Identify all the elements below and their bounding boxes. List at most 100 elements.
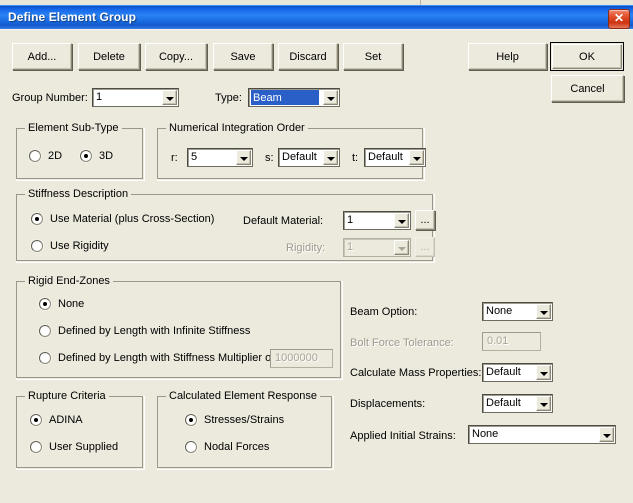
radio-use-material-label: Use Material (plus Cross-Section) bbox=[50, 213, 215, 225]
chevron-down-icon[interactable] bbox=[536, 304, 551, 319]
radio-stresses-strains-label: Stresses/Strains bbox=[204, 414, 285, 426]
applied-initial-strains-value: None bbox=[472, 428, 499, 440]
integration-s-value: Default bbox=[282, 151, 317, 163]
bolt-force-tolerance-value: 0.01 bbox=[487, 335, 509, 347]
help-button-label: Help bbox=[496, 50, 519, 63]
add-button[interactable]: Add... bbox=[12, 43, 72, 70]
copy-button[interactable]: Copy... bbox=[145, 43, 207, 70]
numerical-integration-order-group: Numerical Integration Order r: 5 s: Defa… bbox=[157, 122, 426, 181]
radio-sub-type-3d[interactable]: 3D bbox=[80, 150, 113, 162]
integration-r-value: 5 bbox=[191, 151, 198, 163]
radio-icon-selected bbox=[31, 213, 43, 225]
calculate-mass-properties-value: Default bbox=[486, 366, 521, 378]
calculate-mass-properties-combobox[interactable]: Default bbox=[482, 363, 553, 382]
type-combobox[interactable]: Beam bbox=[248, 88, 340, 107]
radio-icon-selected bbox=[80, 150, 92, 162]
radio-end-zone-none[interactable]: None bbox=[39, 298, 84, 310]
rigidity-browse-button: ... bbox=[415, 237, 435, 257]
radio-rupture-adina[interactable]: ADINA bbox=[30, 414, 83, 426]
type-label: Type: bbox=[215, 92, 242, 104]
radio-use-rigidity[interactable]: Use Rigidity bbox=[31, 240, 109, 252]
radio-icon bbox=[30, 441, 42, 453]
radio-icon bbox=[31, 240, 43, 252]
save-button[interactable]: Save bbox=[213, 43, 273, 70]
rupture-criteria-group: Rupture Criteria ADINA User Supplied bbox=[16, 390, 145, 470]
radio-end-zone-infinite[interactable]: Defined by Length with Infinite Stiffnes… bbox=[39, 325, 250, 337]
group-number-combobox[interactable]: 1 bbox=[92, 88, 179, 107]
radio-end-zone-infinite-label: Defined by Length with Infinite Stiffnes… bbox=[58, 325, 251, 337]
copy-button-label: Copy... bbox=[158, 50, 194, 63]
help-button[interactable]: Help bbox=[468, 43, 547, 70]
integration-t-label: t: bbox=[352, 152, 359, 164]
discard-button-label: Discard bbox=[289, 50, 327, 63]
chevron-down-icon bbox=[394, 240, 409, 255]
rigidity-label: Rigidity: bbox=[286, 242, 326, 254]
chevron-down-icon[interactable] bbox=[599, 427, 614, 442]
default-material-value: 1 bbox=[347, 214, 354, 226]
default-material-browse-button[interactable]: ... bbox=[415, 210, 435, 230]
radio-end-zone-multiplier[interactable]: Defined by Length with Stiffness Multipl… bbox=[39, 352, 274, 364]
integration-r-combobox[interactable]: 5 bbox=[187, 148, 253, 167]
rigid-end-zones-title: Rigid End-Zones bbox=[25, 275, 113, 287]
cancel-button-label: Cancel bbox=[570, 82, 605, 95]
chevron-down-icon[interactable] bbox=[162, 90, 177, 105]
radio-end-zone-none-label: None bbox=[58, 298, 85, 310]
applied-initial-strains-combobox[interactable]: None bbox=[468, 425, 616, 444]
default-material-combobox[interactable]: 1 bbox=[343, 211, 411, 230]
cancel-button[interactable]: Cancel bbox=[551, 75, 624, 102]
dialog-client-area: Add... Delete Copy... Save Discard Set H… bbox=[0, 29, 633, 503]
displacements-combobox[interactable]: Default bbox=[482, 394, 553, 413]
group-number-label: Group Number: bbox=[12, 92, 88, 104]
ok-button[interactable]: OK bbox=[550, 42, 624, 71]
radio-icon-selected bbox=[185, 414, 197, 426]
set-button[interactable]: Set bbox=[343, 43, 403, 70]
set-button-label: Set bbox=[364, 50, 382, 63]
radio-use-rigidity-label: Use Rigidity bbox=[50, 240, 109, 252]
integration-t-combobox[interactable]: Default bbox=[364, 148, 426, 167]
title-bar: Define Element Group ✕ bbox=[0, 5, 633, 30]
radio-sub-type-3d-label: 3D bbox=[99, 150, 114, 162]
beam-option-label: Beam Option: bbox=[350, 306, 418, 318]
radio-rupture-user-supplied[interactable]: User Supplied bbox=[30, 441, 118, 453]
integration-r-label: r: bbox=[171, 152, 178, 164]
calculated-element-response-group: Calculated Element Response Stresses/Str… bbox=[157, 390, 334, 470]
radio-icon bbox=[39, 352, 51, 364]
integration-t-value: Default bbox=[368, 151, 403, 163]
chevron-down-icon[interactable] bbox=[394, 213, 409, 228]
chevron-down-icon[interactable] bbox=[323, 150, 338, 165]
window-title: Define Element Group bbox=[8, 10, 137, 24]
close-button[interactable]: ✕ bbox=[608, 9, 630, 29]
chevron-down-icon[interactable] bbox=[236, 150, 251, 165]
stiffness-multiplier-value: 1000000 bbox=[275, 352, 318, 364]
radio-sub-type-2d[interactable]: 2D bbox=[29, 150, 62, 162]
group-border bbox=[16, 396, 143, 468]
chevron-down-icon[interactable] bbox=[323, 90, 338, 105]
bolt-force-tolerance-label: Bolt Force Tolerance: bbox=[350, 337, 454, 349]
applied-initial-strains-label: Applied Initial Strains: bbox=[350, 430, 456, 442]
bolt-force-tolerance-field: 0.01 bbox=[482, 332, 541, 351]
delete-button[interactable]: Delete bbox=[78, 43, 140, 70]
default-material-label: Default Material: bbox=[243, 215, 324, 227]
chevron-down-icon[interactable] bbox=[536, 396, 551, 411]
dialog-window: Define Element Group ✕ Add... Delete Cop… bbox=[0, 0, 633, 503]
radio-stresses-strains[interactable]: Stresses/Strains bbox=[185, 414, 284, 426]
displacements-value: Default bbox=[486, 397, 521, 409]
chevron-down-icon[interactable] bbox=[409, 150, 424, 165]
calculate-mass-properties-label: Calculate Mass Properties: bbox=[350, 367, 482, 379]
displacements-label: Displacements: bbox=[350, 398, 426, 410]
radio-icon-selected bbox=[30, 414, 42, 426]
stiffness-title: Stiffness Description bbox=[25, 188, 132, 200]
radio-end-zone-multiplier-label: Defined by Length with Stiffness Multipl… bbox=[58, 352, 275, 364]
discard-button[interactable]: Discard bbox=[278, 43, 338, 70]
rigidity-value: 1 bbox=[347, 241, 354, 253]
rigid-end-zones-group: Rigid End-Zones None Defined by Length w… bbox=[16, 275, 343, 380]
radio-icon bbox=[185, 441, 197, 453]
chevron-down-icon[interactable] bbox=[536, 365, 551, 380]
group-border bbox=[157, 396, 332, 468]
element-response-title: Calculated Element Response bbox=[166, 390, 320, 402]
radio-nodal-forces[interactable]: Nodal Forces bbox=[185, 441, 269, 453]
integration-s-combobox[interactable]: Default bbox=[278, 148, 340, 167]
stiffness-description-group: Stiffness Description Use Material (plus… bbox=[16, 188, 435, 263]
radio-use-material[interactable]: Use Material (plus Cross-Section) bbox=[31, 213, 214, 225]
beam-option-combobox[interactable]: None bbox=[482, 302, 553, 321]
